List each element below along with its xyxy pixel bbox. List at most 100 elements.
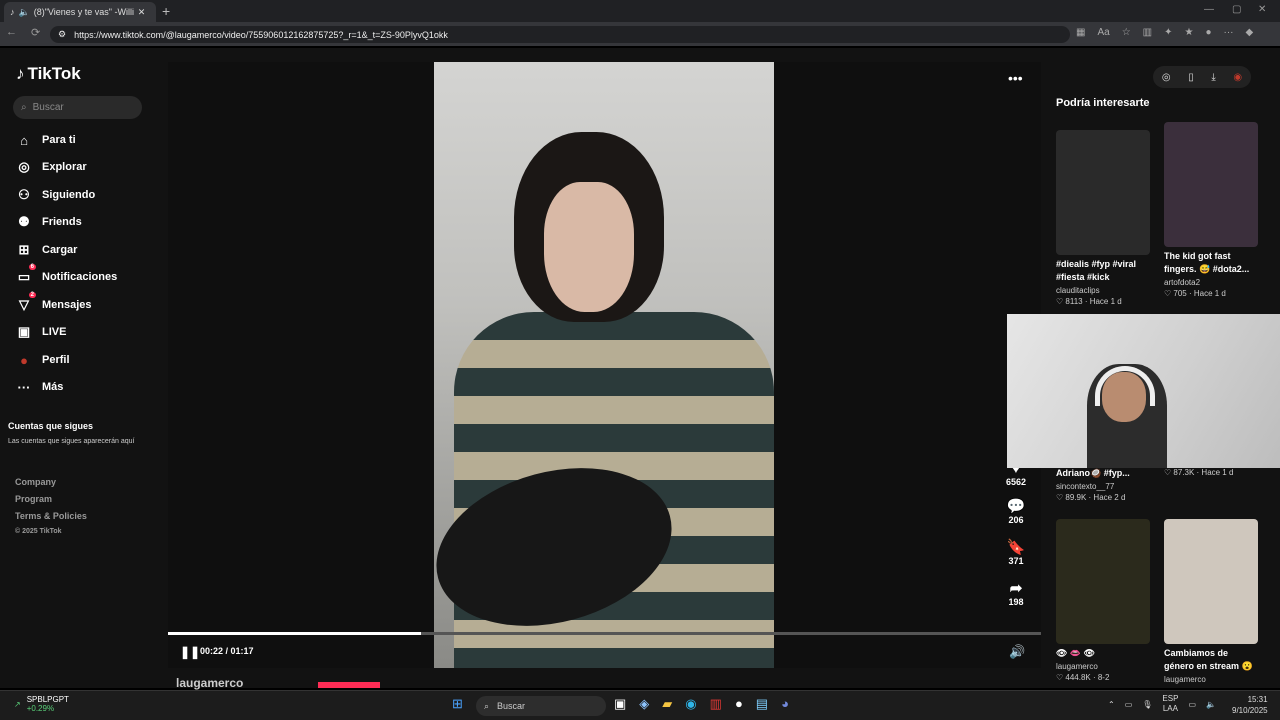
favorites-icon[interactable]: ★ (1185, 27, 1194, 38)
sidebar-item-siguiendo[interactable]: ⚇ Siguiendo (16, 185, 95, 205)
recommended-video-card[interactable]: The kid got fast fingers. 😅 #dota2... ar… (1164, 122, 1258, 298)
search-icon: ⌕ (21, 102, 27, 113)
url-field[interactable]: ⚙ https://www.tiktok.com/@laugamerco/vid… (50, 26, 1070, 43)
share-icon: ➦ (1009, 580, 1023, 597)
sidebar-item-cargar[interactable]: ⊞ Cargar (16, 240, 78, 260)
footer-company-link[interactable]: Company (15, 477, 56, 487)
volume-button[interactable]: 🔊 (1009, 644, 1025, 660)
tray-chevron-icon[interactable]: ⌃ (1108, 700, 1115, 709)
video-author[interactable]: laugamerco (1164, 675, 1258, 684)
video-author[interactable]: laugamerco (1056, 662, 1150, 671)
lang-code: ESP (1162, 694, 1179, 703)
minimize-button[interactable]: — (1204, 4, 1214, 15)
edge-browser-icon[interactable]: ◉ (685, 696, 696, 712)
sidebar-item-live[interactable]: ▣ LIVE (16, 322, 67, 342)
user-avatar-icon[interactable]: ◉ (1233, 72, 1242, 83)
network-icon[interactable]: ▭ (1188, 700, 1196, 709)
split-icon[interactable]: ▥ (1143, 27, 1152, 38)
share-button[interactable]: ➦ 198 (1003, 579, 1029, 607)
mic-icon[interactable]: 🎙 (1142, 700, 1152, 709)
video-author[interactable]: sincontexto__77 (1056, 482, 1150, 491)
notifications-icon: ▭ 6 (17, 264, 36, 284)
sidebar-item-notificaciones[interactable]: ▭ 6 Notificaciones (16, 264, 117, 287)
video-thumbnail[interactable] (1056, 130, 1150, 255)
red-app-icon[interactable]: ▥ (710, 696, 722, 712)
device-icon[interactable]: ▯ (1188, 72, 1194, 83)
video-author[interactable]: clauditaclips (1056, 286, 1150, 295)
sidebar-item-friends[interactable]: ⚉ Friends (16, 212, 82, 232)
sidebar-item-explorar[interactable]: ◎ Explorar (16, 157, 86, 177)
video-frame[interactable] (434, 62, 774, 668)
more-options-button[interactable]: ••• (1008, 70, 1023, 86)
file-explorer-icon[interactable]: ▰ (662, 696, 672, 712)
taskbar-search[interactable]: ⌕ Buscar (476, 696, 606, 716)
copilot-app-icon[interactable]: ◈ (639, 696, 649, 712)
stock-widget[interactable]: ↗ SPBLPGPT +0.29% (14, 695, 69, 713)
notification-badge: 6 (28, 264, 36, 270)
reload-button[interactable]: ⟳ (31, 26, 40, 39)
recommended-video-card[interactable]: Adriano🥥 #fyp... sincontexto__77 ♡ 89.9K… (1056, 464, 1150, 502)
footer-terms-link[interactable]: Terms & Policies (15, 511, 87, 521)
extensions-icon[interactable]: ✦ (1164, 27, 1172, 38)
apps-icon[interactable]: ▦ (1076, 27, 1085, 38)
video-stats: ♡ 89.9K · Hace 2 d (1056, 493, 1126, 502)
home-icon: ⌂ (20, 132, 28, 148)
like-count: 6562 (1005, 477, 1027, 487)
sidebar-item-mensajes[interactable]: ▽ 2 Mensajes (16, 292, 92, 315)
site-info-icon[interactable]: ⚙ (58, 29, 66, 40)
recommended-video-card[interactable]: 👁 👄 👁 laugamerco ♡ 444.8K · 8-2 (1056, 519, 1150, 682)
bookmark-button[interactable]: 🔖 371 (1003, 538, 1029, 566)
task-view-icon[interactable]: ▣ (614, 696, 626, 712)
video-thumbnail[interactable] (1164, 519, 1258, 644)
account-avatar-icon[interactable]: ● (1205, 27, 1211, 38)
read-aloud-icon[interactable]: Aa (1097, 27, 1109, 38)
messages-badge: 2 (28, 292, 36, 298)
browser-toolbar-icons: ▦ Aa ☆ ▥ ✦ ★ ● ··· ◆ (1076, 27, 1253, 38)
sidebar-item-label: Mensajes (42, 299, 92, 311)
search-input[interactable]: ⌕ Buscar (13, 96, 142, 119)
browser-tab[interactable]: ♪ 🔈 (8)"Vienes y te vas" -William ✕ (4, 2, 156, 22)
sidebar-item-label: Perfil (42, 354, 70, 366)
recommended-video-card[interactable]: Cambiamos de género en stream 😮 laugamer… (1164, 519, 1258, 684)
tiktok-logo[interactable]: ♪ TikTok (16, 64, 81, 84)
new-tab-button[interactable]: + (162, 3, 170, 19)
speaker-icon[interactable]: 🔈 (19, 7, 30, 18)
copilot-icon[interactable]: ◆ (1246, 27, 1254, 38)
windows-start-icon[interactable]: ⊞ (452, 696, 463, 712)
following-icon: ⚇ (18, 187, 30, 202)
close-window-button[interactable]: ✕ (1258, 4, 1266, 15)
obs-icon[interactable]: ● (735, 696, 743, 712)
video-author[interactable]: artofdota2 (1164, 278, 1258, 287)
sidebar-item-perfil[interactable]: ● Perfil (16, 350, 70, 370)
sidebar-item-mas[interactable]: ··· Más (16, 377, 64, 397)
video-caption: #diealis #fyp #viral #fiesta #kick (1056, 259, 1137, 282)
maximize-button[interactable]: ▢ (1232, 4, 1241, 15)
video-thumbnail[interactable] (1056, 519, 1150, 644)
sidebar-item-label: Friends (42, 216, 82, 228)
volume-tray-icon[interactable]: 🔈 (1206, 700, 1216, 709)
url-text: https://www.tiktok.com/@laugamerco/video… (74, 29, 448, 40)
comment-button[interactable]: 💬 206 (1003, 497, 1029, 525)
favorite-star-icon[interactable]: ☆ (1122, 27, 1131, 38)
video-thumbnail[interactable] (1164, 122, 1258, 247)
notepad-icon[interactable]: ▤ (756, 696, 768, 712)
playback-time: 00:22 / 01:17 (200, 646, 254, 656)
tray-app-icon[interactable]: ▭ (1125, 700, 1133, 709)
download-icon[interactable]: ⤓ (1211, 72, 1215, 83)
explore-icon[interactable]: ◎ (1162, 72, 1171, 83)
following-accounts-title: Cuentas que sigues (8, 421, 94, 431)
author-name[interactable]: laugamerco (176, 676, 243, 690)
language-indicator[interactable]: ESP LAA (1162, 694, 1178, 714)
sidebar-item-para-ti[interactable]: ⌂ Para ti (16, 130, 76, 150)
search-icon: ⌕ (484, 700, 490, 711)
pause-button[interactable]: ❚❚ (180, 645, 200, 659)
follow-button[interactable] (318, 682, 380, 688)
footer-program-link[interactable]: Program (15, 494, 52, 504)
close-tab-icon[interactable]: ✕ (138, 7, 146, 18)
recommended-video-card[interactable]: #diealis #fyp #viral #fiesta #kick claud… (1056, 130, 1150, 306)
discord-icon[interactable]: ◕ (781, 696, 789, 712)
menu-icon[interactable]: ··· (1224, 27, 1234, 38)
taskbar-clock[interactable]: 15:31 9/10/2025 (1232, 694, 1268, 716)
video-caption: Adriano🥥 #fyp... (1056, 468, 1130, 478)
back-button[interactable]: ← (6, 26, 17, 39)
